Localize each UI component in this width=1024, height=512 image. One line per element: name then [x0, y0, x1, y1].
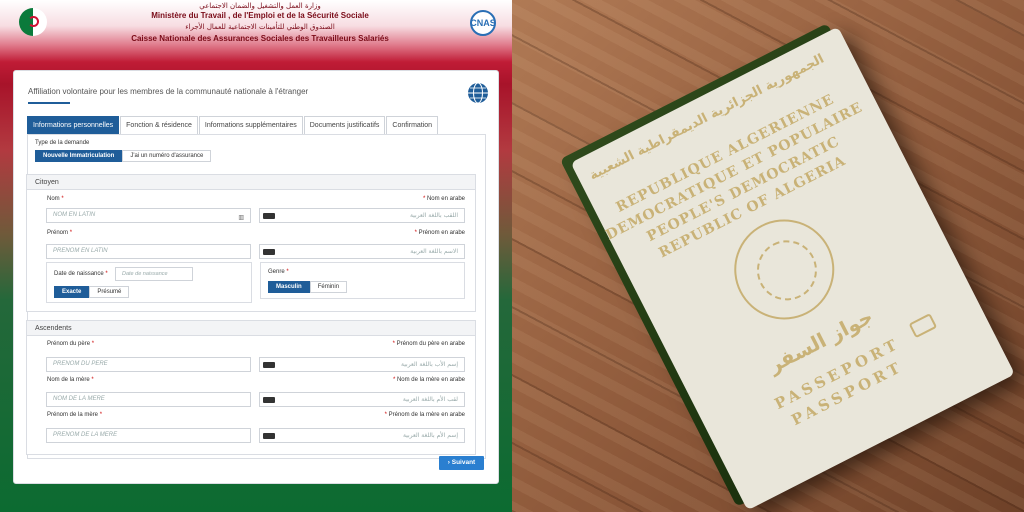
mother-first-input[interactable]: PRENOM DE LA MERE	[46, 428, 251, 443]
form-screenshot: وزارة العمل والتشغيل والضمان الاجتماعي M…	[0, 0, 512, 512]
passport-photo: الجمهورية الجزائرية الديمقراطية الشعبية …	[512, 0, 1024, 512]
nom-input[interactable]: NOM EN LATIN ▥	[46, 208, 251, 223]
keyboard-icon[interactable]	[263, 433, 275, 439]
prenom-input[interactable]: PRENOM EN LATIN	[46, 244, 251, 259]
father-input[interactable]: PRENOM DU PERE	[46, 357, 251, 372]
option-nouvelle-immatriculation[interactable]: Nouvelle Immatriculation	[35, 150, 123, 162]
ascendents-heading: Ascendents	[27, 321, 475, 336]
nom-ar-label: * Nom en arabe	[422, 196, 465, 202]
request-type-label: Type de la demande	[35, 140, 90, 146]
title-underline	[28, 102, 70, 104]
mother-ar-input[interactable]: لقب الأم باللغة العربية	[259, 392, 465, 407]
prenom-ar-input[interactable]: الاسم باللغة العربية	[259, 244, 465, 259]
keyboard-icon[interactable]	[263, 397, 275, 403]
tab-confirmation[interactable]: Confirmation	[386, 116, 439, 135]
passport-cover: الجمهورية الجزائرية الديمقراطية الشعبية …	[559, 23, 1015, 511]
father-ar-label: * Prénom du père en arabe	[392, 341, 465, 347]
mother-label: Nom de la mère *	[47, 377, 94, 383]
ministry-arabic: وزارة العمل والتشغيل والضمان الاجتماعي	[199, 2, 321, 10]
keyboard-icon[interactable]	[263, 213, 275, 219]
tab-informations-personnelles[interactable]: Informations personnelles	[27, 116, 120, 135]
option-presume[interactable]: Présumé	[89, 286, 130, 298]
genre-toggle: Masculin Féminin	[268, 281, 348, 293]
tab-fonction-residence[interactable]: Fonction & résidence	[120, 116, 198, 135]
next-button[interactable]: › Suivant	[439, 456, 484, 470]
mother-first-label: Prénom de la mère *	[47, 412, 103, 418]
cnas-logo-icon: CNAS	[470, 10, 496, 36]
birth-label: Date de naissance *	[54, 271, 108, 277]
keyboard-icon[interactable]	[263, 249, 275, 255]
option-exacte[interactable]: Exacte	[54, 286, 90, 298]
mother-input[interactable]: NOM DE LA MERE	[46, 392, 251, 407]
birth-precision-toggle: Exacte Présumé	[54, 286, 130, 298]
genre-label: Genre *	[268, 269, 289, 275]
form-tabs: Informations personnelles Fonction & rés…	[27, 116, 439, 135]
option-numero-assurance[interactable]: J'ai un numéro d'assurance	[122, 150, 212, 162]
mother-first-ar-label: * Prénom de la mère en arabe	[384, 412, 465, 418]
globe-icon[interactable]	[467, 82, 489, 104]
nom-label: Nom *	[47, 196, 64, 202]
citoyen-heading: Citoyen	[27, 175, 475, 190]
prenom-label: Prénom *	[47, 230, 73, 236]
fund-arabic: الصندوق الوطني للتأمينات الاجتماعية للعم…	[185, 23, 335, 31]
ministry-french: Ministère du Travail , de l'Emploi et de…	[151, 11, 369, 20]
option-masculin[interactable]: Masculin	[268, 281, 310, 293]
tab-documents-justificatifs[interactable]: Documents justificatifs	[303, 116, 386, 135]
birth-date-input[interactable]: Date de naissance	[115, 267, 193, 281]
mother-ar-label: * Nom de la mère en arabe	[392, 377, 465, 383]
form-title: Affiliation volontaire pour les membres …	[28, 87, 309, 96]
algeria-flag-icon	[19, 8, 47, 36]
prenom-ar-label: * Prénom en arabe	[414, 230, 465, 236]
nom-ar-input[interactable]: اللقب باللغة العربية	[259, 208, 465, 223]
chevron-right-icon: ›	[447, 459, 450, 466]
father-ar-input[interactable]: إسم الأب باللغة العربية	[259, 357, 465, 372]
tab-informations-supplementaires[interactable]: Informations supplémentaires	[198, 116, 303, 135]
fund-french: Caisse Nationale des Assurances Sociales…	[131, 34, 389, 43]
father-label: Prénom du père *	[47, 341, 95, 347]
request-type-toggle: Nouvelle Immatriculation J'ai un numéro …	[35, 150, 212, 162]
keyboard-icon[interactable]	[263, 362, 275, 368]
option-feminin[interactable]: Féminin	[309, 281, 348, 293]
mother-first-ar-input[interactable]: إسم الأم باللغة العربية	[259, 428, 465, 443]
